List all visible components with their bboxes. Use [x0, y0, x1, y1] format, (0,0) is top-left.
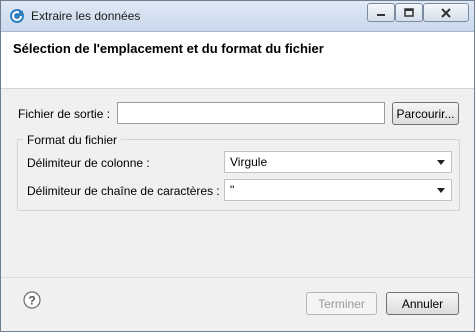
- maximize-button[interactable]: [395, 3, 423, 22]
- window-title: Extraire les données: [31, 9, 141, 23]
- chevron-down-icon: [437, 160, 445, 165]
- string-delimiter-select[interactable]: ": [224, 179, 452, 201]
- browse-button-label: Parcourir...: [396, 106, 455, 121]
- column-delimiter-label: Délimiteur de colonne :: [27, 156, 150, 170]
- output-file-input[interactable]: [117, 102, 385, 124]
- maximize-icon: [404, 8, 414, 17]
- chevron-down-icon: [437, 188, 445, 193]
- wizard-header: Sélection de l'emplacement et du format …: [1, 32, 474, 89]
- dialog-window: Extraire les données Sélection de l'empl…: [0, 0, 475, 332]
- svg-text:?: ?: [28, 294, 35, 308]
- title-bar: Extraire les données: [1, 1, 474, 32]
- column-delimiter-value: Virgule: [230, 155, 268, 169]
- app-icon: [9, 8, 25, 24]
- browse-button[interactable]: Parcourir...: [392, 102, 459, 125]
- minimize-icon: [376, 9, 386, 17]
- close-icon: [441, 7, 451, 18]
- close-button[interactable]: [423, 3, 469, 22]
- finish-button-label: Terminer: [318, 296, 365, 311]
- minimize-button[interactable]: [367, 3, 395, 22]
- format-group-title: Format du fichier: [23, 133, 122, 147]
- help-icon[interactable]: ?: [23, 291, 41, 309]
- footer-divider: [1, 277, 474, 278]
- string-delimiter-value: ": [230, 183, 235, 197]
- string-delimiter-label: Délimiteur de chaîne de caractères :: [27, 184, 220, 198]
- column-delimiter-select[interactable]: Virgule: [224, 151, 452, 173]
- cancel-button-label: Annuler: [401, 296, 444, 311]
- finish-button[interactable]: Terminer: [306, 292, 377, 315]
- page-title: Sélection de l'emplacement et du format …: [13, 41, 324, 56]
- cancel-button[interactable]: Annuler: [386, 292, 459, 315]
- output-file-label: Fichier de sortie :: [18, 107, 111, 121]
